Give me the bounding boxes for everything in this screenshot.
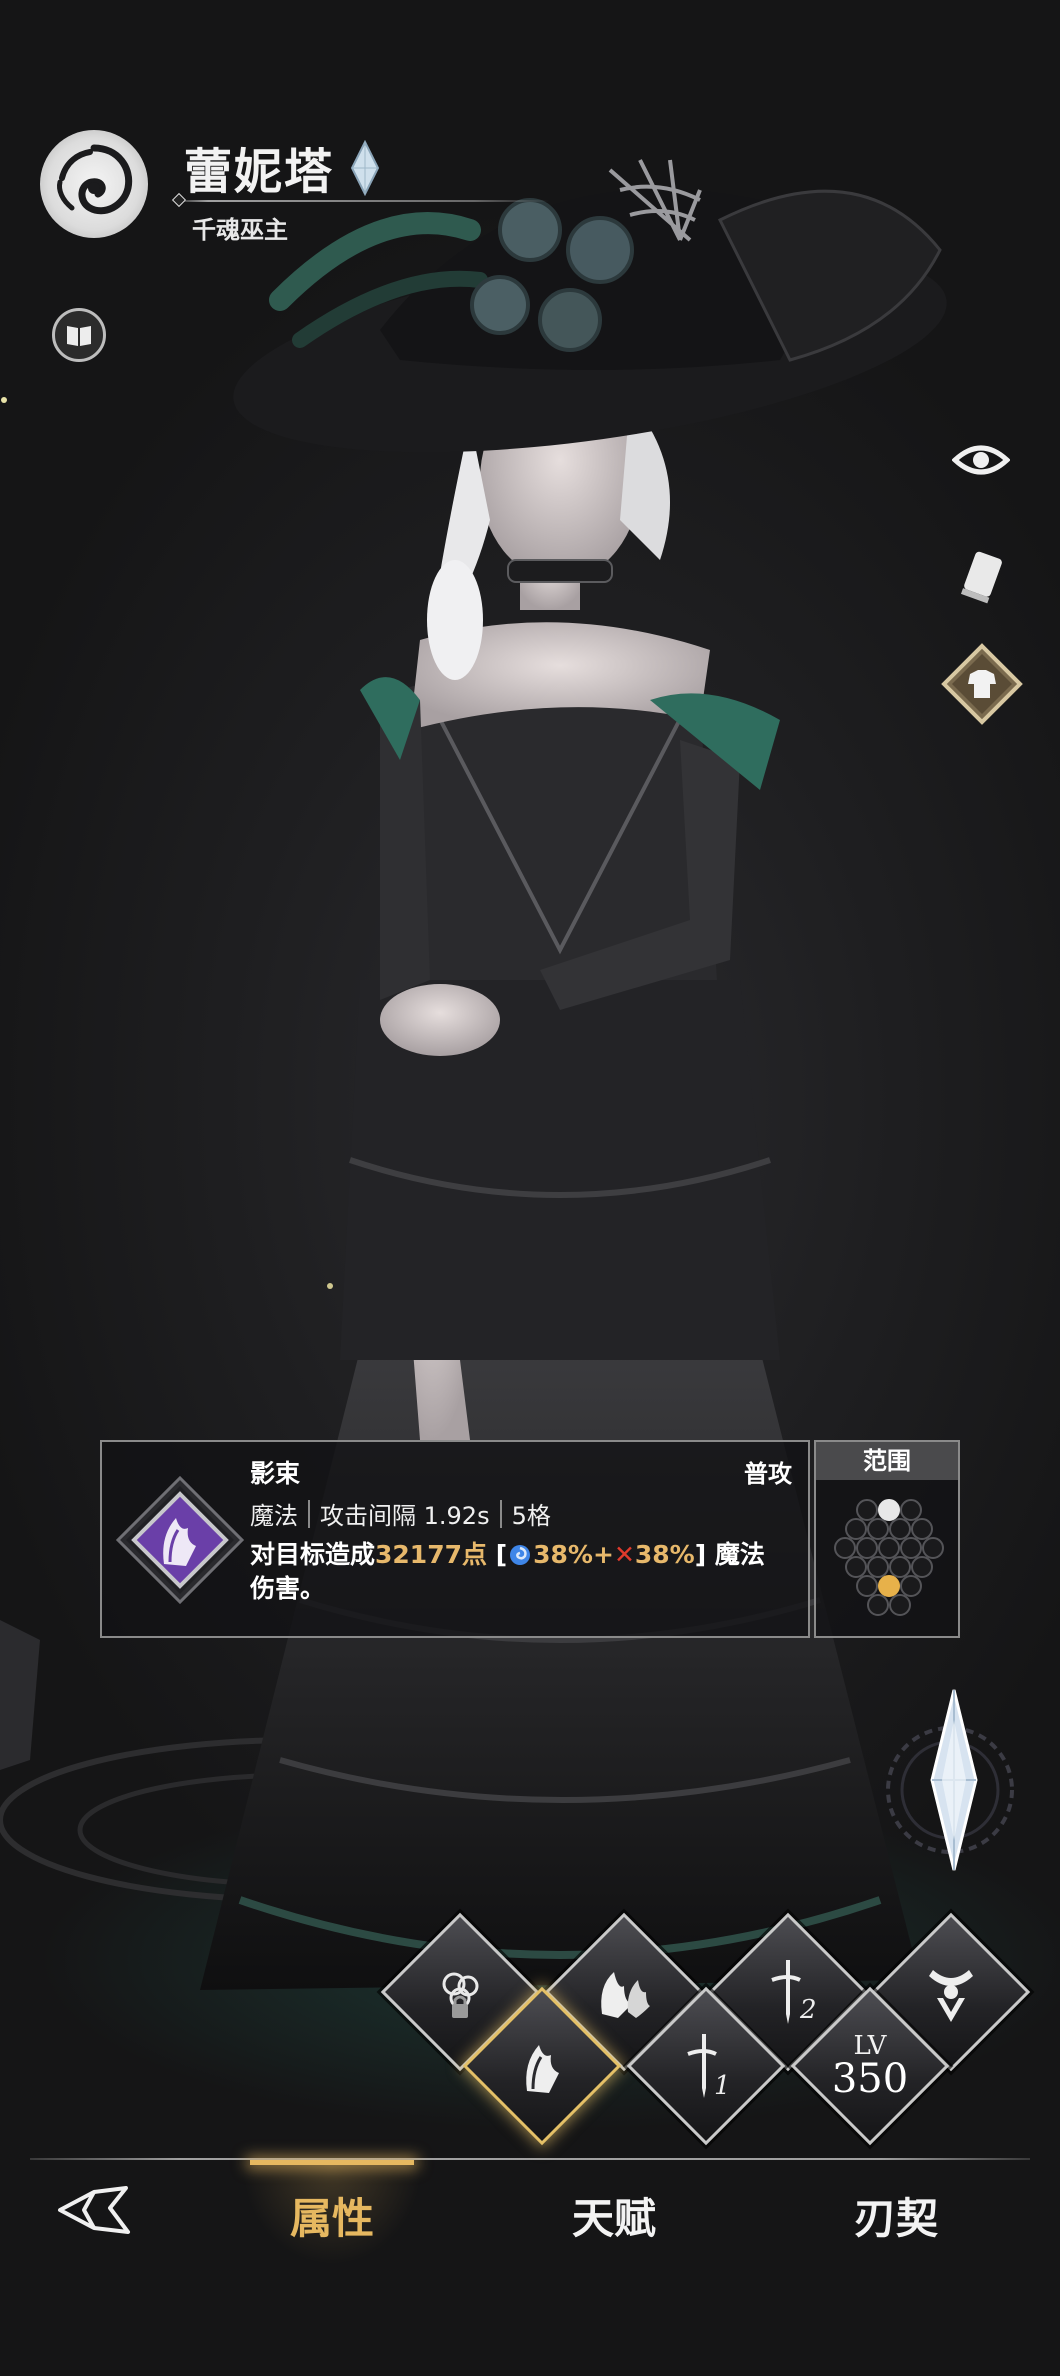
tab-blade-contract[interactable]: 刃契 xyxy=(796,2160,996,2270)
physical-scaling: 38% xyxy=(634,1540,695,1569)
tab-talent[interactable]: 天赋 xyxy=(514,2160,714,2270)
eye-icon[interactable] xyxy=(950,436,1012,484)
outfit-icon[interactable] xyxy=(940,642,1024,726)
tab-talent-label: 天赋 xyxy=(571,2193,656,2243)
tab-attributes-label: 属性 xyxy=(289,2193,374,2243)
desc-line-2: 伤害。 xyxy=(250,1574,326,1603)
svg-text:2: 2 xyxy=(799,1995,817,2025)
hero-emblem-icon xyxy=(40,130,148,238)
tab-attributes[interactable]: 属性 xyxy=(232,2160,432,2270)
magic-element-gem-icon xyxy=(350,140,380,196)
magic-swirl-icon xyxy=(510,1545,531,1565)
skill-range-cells: 5格 xyxy=(511,1502,551,1530)
range-label: 范围 xyxy=(816,1442,958,1480)
hero-detail-screen: 蕾妮塔 千魂巫主 影束 普攻 魔法 攻击间隔 1.92s 5格 对目标造成321… xyxy=(0,0,1060,2376)
hero-name: 蕾妮塔 xyxy=(184,144,335,200)
blade-two-icon: 2 xyxy=(771,1960,817,2025)
hero-subtitle: 千魂巫主 xyxy=(192,216,288,244)
blade-one-icon: 1 xyxy=(687,2034,731,2101)
stat-separator xyxy=(308,1499,310,1528)
damage-value: 32177点 xyxy=(375,1540,487,1569)
skill-element: 魔法 xyxy=(250,1502,298,1530)
title-divider xyxy=(170,200,550,202)
ghost-spirits-icon xyxy=(601,1972,650,2018)
svg-text:1: 1 xyxy=(714,2071,731,2101)
physical-cross-icon: ✕ xyxy=(613,1540,635,1569)
card-icon[interactable] xyxy=(952,546,1012,608)
skill-description: 对目标造成32177点 [38%+✕38%] 魔法 伤害。 xyxy=(250,1538,798,1606)
skill-attack-interval: 攻击间隔 1.92s xyxy=(320,1502,490,1530)
tab-blade-contract-label: 刃契 xyxy=(853,2193,938,2243)
skill-stats: 魔法 攻击间隔 1.92s 5格 xyxy=(250,1496,551,1531)
back-arrow-icon[interactable] xyxy=(52,2180,136,2240)
skill-name: 影束 xyxy=(250,1459,301,1488)
skill-info-panel: 影束 普攻 魔法 攻击间隔 1.92s 5格 对目标造成32177点 [38%+… xyxy=(100,1440,810,1638)
class-crest-icon xyxy=(929,1970,973,2022)
shadow-beam-skill-icon xyxy=(116,1476,244,1604)
shadow-beam-skill-icon xyxy=(526,2045,559,2093)
bracket-open: [ xyxy=(487,1540,508,1569)
stat-separator xyxy=(499,1499,502,1528)
desc-prefix: 对目标造成 xyxy=(250,1540,376,1569)
range-hex-grid xyxy=(834,1499,944,1616)
rose-lock-icon xyxy=(442,1972,479,2018)
bracket-close: ] 魔法 xyxy=(694,1540,765,1569)
skill-type: 普攻 xyxy=(744,1460,792,1488)
book-icon[interactable] xyxy=(52,308,106,362)
level-value: 350 xyxy=(831,2056,909,2102)
range-panel: 范围 xyxy=(814,1440,960,1638)
awaken-crystal-icon[interactable] xyxy=(880,1680,1030,1880)
magic-scaling: 38%+ xyxy=(533,1540,614,1569)
